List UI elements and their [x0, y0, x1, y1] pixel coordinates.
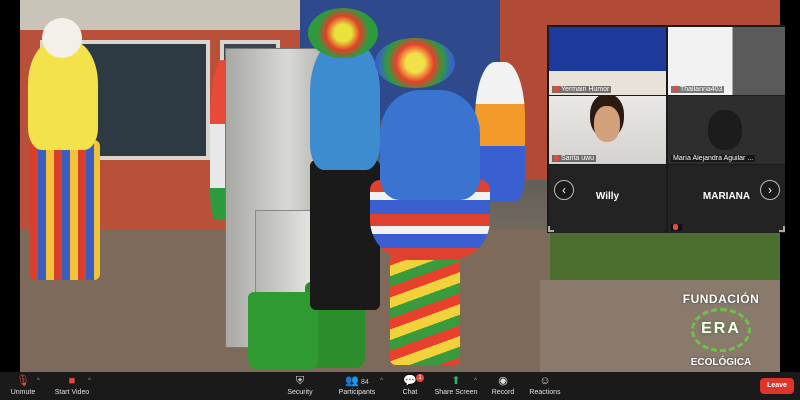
- clown-left-legs: [30, 140, 100, 280]
- share-screen-label: Share Screen: [434, 389, 478, 396]
- security-label: Security: [287, 389, 313, 396]
- logo-mark: ERA: [685, 308, 757, 352]
- mic-muted-icon: [554, 155, 559, 162]
- record-label: Record: [491, 389, 515, 396]
- clown-right-body: [380, 90, 480, 200]
- clown-left-head: [42, 18, 82, 58]
- clown-right-legs: [390, 255, 460, 365]
- unmute-button[interactable]: 🎙 Unmute: [6, 374, 40, 400]
- participant-video: [668, 27, 785, 95]
- participant-gallery: Yermain Humor Thalianna403 Sarita uwu Ma…: [547, 25, 785, 233]
- start-video-label: Start Video: [54, 389, 90, 396]
- logo-subtitle: ECOLÓGICA: [690, 357, 752, 368]
- participant-tile[interactable]: Sarita uwu: [549, 96, 666, 164]
- participant-tile[interactable]: Thalianna403: [668, 27, 785, 95]
- participant-name: María Alejandra Aguilar ...: [671, 155, 756, 162]
- participant-silhouette: [708, 110, 742, 150]
- share-options-caret-icon[interactable]: ^: [474, 378, 477, 384]
- clown-center-wig: [308, 8, 378, 58]
- meeting-toolbar: 🎙 Unmute ^ ■ Start Video ^ ⛨ Security 👥 8…: [0, 372, 800, 400]
- resize-handle-right[interactable]: [779, 226, 785, 232]
- reactions-label: Reactions: [529, 389, 561, 396]
- chat-button[interactable]: 💬 1 Chat: [398, 374, 424, 400]
- share-screen-button[interactable]: ⬆ Share Screen: [434, 374, 478, 400]
- participants-count: 84: [360, 379, 369, 386]
- participants-button[interactable]: 👥 84 Participants: [334, 374, 380, 400]
- zoom-meeting-window: FUNDACIÓN ERA ECOLÓGICA Yermain Humor Th…: [0, 0, 800, 400]
- participant-tile[interactable]: Yermain Humor: [549, 27, 666, 95]
- gallery-prev-button[interactable]: ‹: [554, 180, 574, 200]
- participants-label: Participants: [338, 389, 376, 396]
- chat-label: Chat: [402, 389, 418, 396]
- mic-muted-icon: [673, 224, 678, 231]
- resize-handle-left[interactable]: [548, 226, 554, 232]
- record-icon: ◉: [498, 375, 508, 387]
- participants-icon: 👥 84: [345, 375, 369, 387]
- gallery-next-button[interactable]: ›: [760, 180, 780, 200]
- participant-face: [594, 106, 620, 142]
- mic-muted-icon: [673, 86, 678, 93]
- security-button[interactable]: ⛨ Security: [282, 374, 318, 400]
- unmute-label: Unmute: [10, 389, 36, 396]
- share-screen-icon: ⬆: [451, 375, 461, 387]
- shield-icon: ⛨: [295, 375, 305, 387]
- clown-center-legs: [310, 160, 380, 310]
- clown-center-body: [310, 40, 380, 170]
- logo-word: ERA: [701, 320, 741, 337]
- participants-caret-icon[interactable]: ^: [380, 378, 383, 384]
- participant-video: [549, 27, 666, 95]
- green-bucket-front: [248, 292, 318, 370]
- video-options-caret-icon[interactable]: ^: [88, 378, 91, 384]
- mic-muted-icon: [554, 86, 559, 93]
- logo-title: FUNDACIÓN: [682, 292, 760, 306]
- audio-options-caret-icon[interactable]: ^: [37, 378, 40, 384]
- participant-status: [671, 224, 682, 231]
- reactions-button[interactable]: ☺ Reactions: [528, 374, 562, 400]
- foundation-logo: FUNDACIÓN ERA ECOLÓGICA: [666, 292, 776, 372]
- record-button[interactable]: ◉ Record: [490, 374, 516, 400]
- participant-name: Sarita uwu: [552, 155, 597, 162]
- participant-name: Thalianna403: [671, 86, 725, 93]
- participant-tile[interactable]: María Alejandra Aguilar ...: [668, 96, 785, 164]
- clown-right-wig: [375, 38, 455, 88]
- chat-unread-badge: 1: [416, 374, 424, 382]
- microphone-muted-icon: 🎙: [16, 375, 30, 387]
- reactions-icon: ☺: [539, 375, 551, 387]
- leave-button[interactable]: Leave: [760, 378, 794, 394]
- participant-name: Yermain Humor: [552, 86, 612, 93]
